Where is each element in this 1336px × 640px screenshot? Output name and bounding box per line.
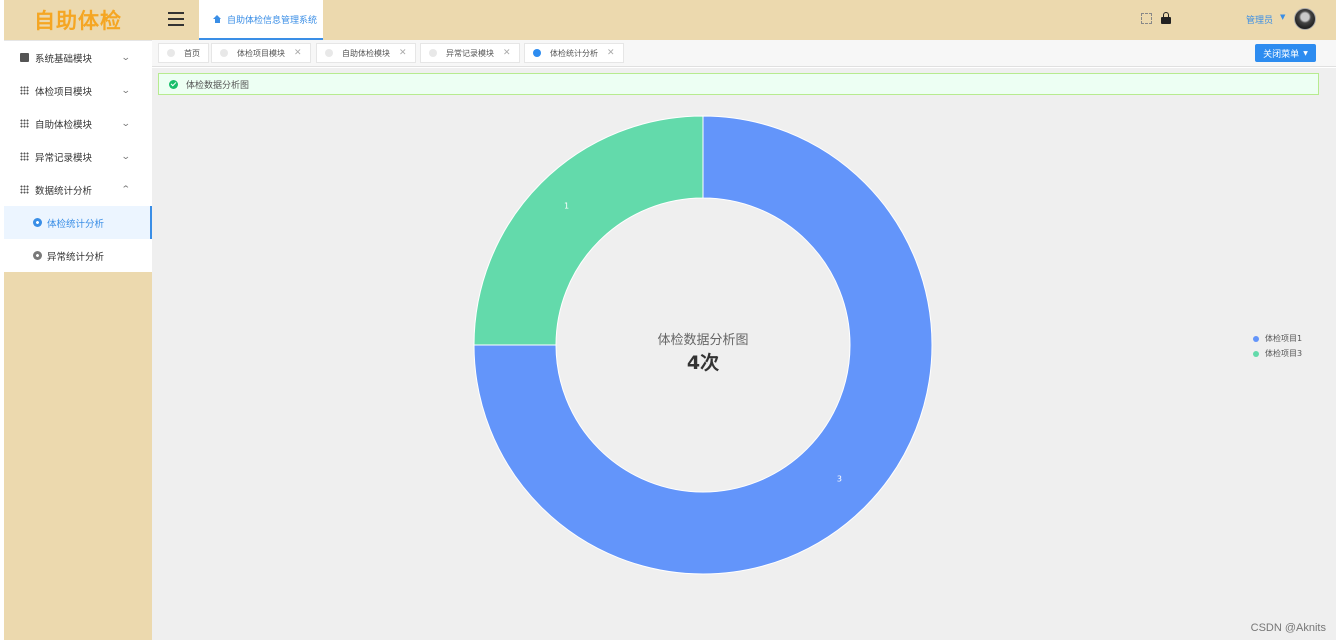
dashboard-icon — [20, 53, 29, 62]
grid-icon — [20, 152, 29, 161]
tag-anomaly-records[interactable]: 异常记录模块 ✕ — [420, 43, 520, 63]
app-logo[interactable]: 自助体检 — [4, 0, 152, 40]
close-menu-label: 关闭菜单 — [1263, 49, 1300, 60]
close-icon[interactable]: ✕ — [294, 48, 302, 58]
gear-icon — [33, 218, 42, 227]
tag-label: 首页 — [184, 48, 200, 58]
top-header: 自助体检信息管理系统 管理员 ▼ — [152, 0, 1336, 40]
legend-marker — [1253, 350, 1259, 357]
sidebar-item-label: 异常记录模块 — [35, 152, 93, 164]
close-menu-button[interactable]: 关闭菜单 ▼ — [1255, 44, 1316, 62]
fullscreen-icon[interactable] — [1141, 13, 1152, 24]
sidebar-item-label: 系统基础模块 — [35, 53, 93, 65]
sidebar-item-label: 体检项目模块 — [35, 86, 93, 98]
sidebar: 自助体检 系统基础模块 ⌄ 体检项目模块 ⌄ 自助体检模块 ⌄ 异常记录模块 ⌄… — [4, 0, 152, 640]
sidebar-item-label: 数据统计分析 — [35, 185, 93, 197]
tag-label: 体检项目模块 — [237, 48, 285, 58]
tag-exam-stats[interactable]: 体检统计分析 ✕ — [524, 43, 624, 63]
sidebar-menu: 系统基础模块 ⌄ 体检项目模块 ⌄ 自助体检模块 ⌄ 异常记录模块 ⌄ 数据统计… — [4, 40, 152, 272]
header-home-tab[interactable]: 自助体检信息管理系统 — [199, 0, 323, 40]
chevron-down-icon: ⌄ — [121, 151, 132, 162]
grid-icon — [20, 119, 29, 128]
tag-dot-icon — [220, 49, 228, 57]
home-icon — [213, 15, 221, 23]
tag-label: 异常记录模块 — [446, 48, 494, 58]
chevron-down-icon: ⌄ — [121, 118, 132, 129]
grid-icon — [20, 86, 29, 95]
slice-value-label: 3 — [837, 474, 842, 483]
tag-label: 自助体检模块 — [342, 48, 390, 58]
caret-down-icon: ▼ — [1303, 49, 1308, 57]
chart-center-count: 4次 — [686, 352, 720, 374]
caret-down-icon[interactable]: ▼ — [1280, 13, 1285, 21]
chevron-down-icon: ⌄ — [121, 52, 132, 63]
chart-legend: 体检项目1 体检项目3 — [1253, 331, 1302, 361]
user-name[interactable]: 管理员 — [1246, 13, 1273, 26]
tag-dot-icon — [325, 49, 333, 57]
close-icon[interactable]: ✕ — [399, 48, 407, 58]
sidebar-subitem-anomaly-stats[interactable]: 异常统计分析 — [4, 239, 152, 272]
legend-label: 体检项目1 — [1265, 334, 1303, 343]
avatar[interactable] — [1294, 8, 1316, 30]
legend-item[interactable]: 体检项目3 — [1253, 346, 1302, 361]
statistics-submenu: 体检统计分析 异常统计分析 — [4, 206, 152, 272]
main-content: 体检数据分析图 31 体检数据分析图 4次 体检项目1 体检项目3 — [152, 68, 1336, 640]
header-home-tab-label: 自助体检信息管理系统 — [227, 15, 318, 26]
legend-label: 体检项目3 — [1265, 349, 1303, 358]
legend-marker — [1253, 335, 1259, 342]
chevron-down-icon: ⌄ — [121, 85, 132, 96]
slice-value-label: 1 — [564, 202, 569, 211]
tag-dot-icon — [167, 49, 175, 57]
sidebar-item-anomaly-records[interactable]: 异常记录模块 ⌄ — [4, 140, 152, 173]
chevron-up-icon: ⌃ — [121, 184, 132, 195]
close-icon[interactable]: ✕ — [607, 48, 615, 58]
sidebar-item-system-basic[interactable]: 系统基础模块 ⌄ — [4, 41, 152, 74]
sidebar-subitem-label: 异常统计分析 — [47, 251, 105, 263]
sidebar-item-self-exam[interactable]: 自助体检模块 ⌄ — [4, 107, 152, 140]
gear-icon — [33, 251, 42, 260]
tag-self-exam[interactable]: 自助体检模块 ✕ — [316, 43, 416, 63]
logo-text: 自助体检 — [34, 9, 122, 33]
chart-center-title: 体检数据分析图 — [657, 333, 749, 348]
sidebar-item-statistics[interactable]: 数据统计分析 ⌃ — [4, 173, 152, 206]
tags-bar: 首页 体检项目模块 ✕ 自助体检模块 ✕ 异常记录模块 ✕ 体检统计分析 ✕ 关… — [152, 40, 1336, 67]
tag-home[interactable]: 首页 — [158, 43, 209, 63]
watermark: CSDN @Aknits — [1250, 622, 1326, 634]
grid-icon — [20, 185, 29, 194]
pie-slice[interactable] — [473, 115, 704, 346]
tag-dot-icon — [533, 49, 541, 57]
menu-toggle-icon[interactable] — [168, 12, 184, 26]
legend-item[interactable]: 体检项目1 — [1253, 331, 1302, 346]
sidebar-item-exam-items[interactable]: 体检项目模块 ⌄ — [4, 74, 152, 107]
tag-dot-icon — [429, 49, 437, 57]
sidebar-subitem-label: 体检统计分析 — [47, 218, 105, 230]
tag-exam-items[interactable]: 体检项目模块 ✕ — [211, 43, 311, 63]
sidebar-item-label: 自助体检模块 — [35, 119, 93, 131]
sidebar-subitem-exam-stats[interactable]: 体检统计分析 — [4, 206, 152, 239]
close-icon[interactable]: ✕ — [503, 48, 511, 58]
lock-icon[interactable] — [1161, 12, 1171, 24]
tag-label: 体检统计分析 — [550, 48, 598, 58]
